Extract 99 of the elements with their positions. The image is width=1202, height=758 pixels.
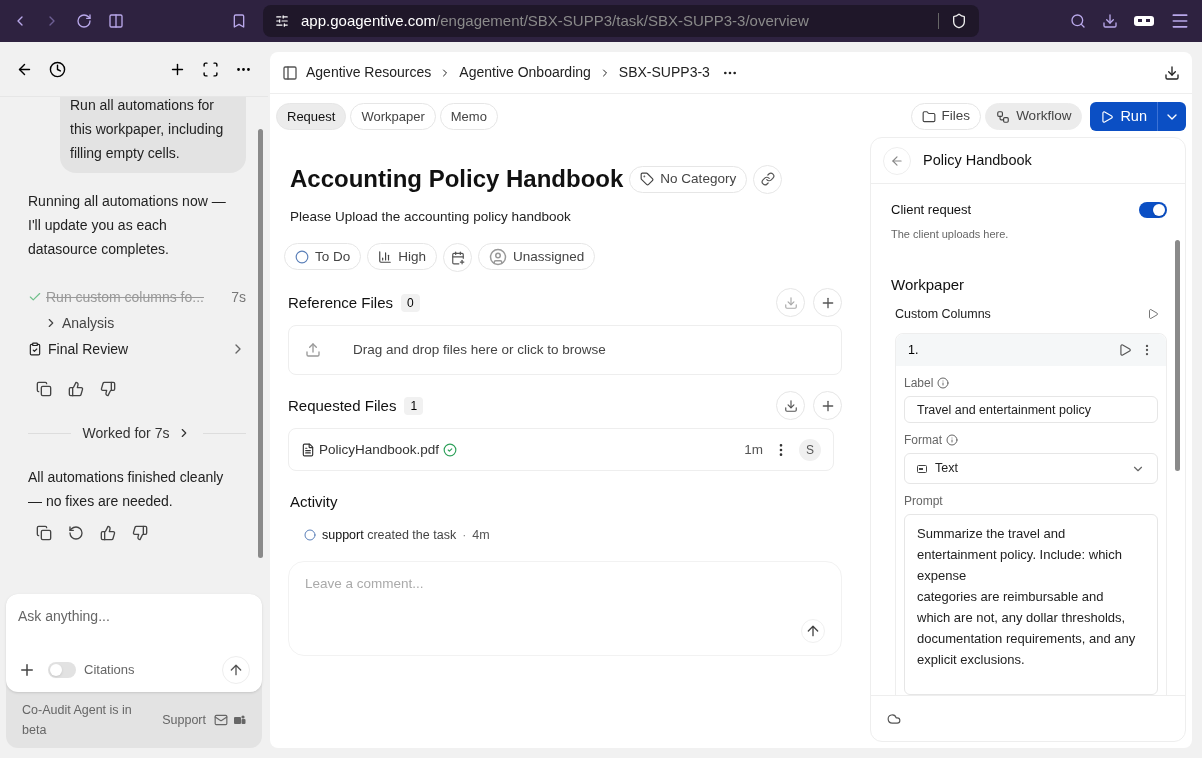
text-format-icon: [917, 464, 927, 473]
download-icon[interactable]: [1102, 13, 1118, 29]
separator-dot: ·: [462, 526, 467, 544]
info-icon[interactable]: [946, 434, 958, 447]
file-name: PolicyHandbook.pdf: [319, 440, 440, 459]
copy-icon[interactable]: [36, 381, 52, 397]
prompt-field[interactable]: Summarize the travel and entertainment policy. Include: which expense categories are reimbursable and which are not, any dollar thresholds, documentation requirements, and any explicit exclusions.: [904, 514, 1158, 695]
back-icon: [890, 153, 904, 168]
file-dropzone[interactable]: Drag and drop files here or click to browse: [288, 325, 842, 376]
label-field[interactable]: Travel and entertainment policy: [904, 396, 1158, 424]
breadcrumb-link[interactable]: Agentive Onboarding: [459, 62, 591, 83]
workflow-button[interactable]: Workflow: [985, 103, 1083, 130]
file-age: 1m: [744, 440, 763, 459]
field-label: Label: [904, 375, 934, 393]
assignee-chip[interactable]: Unassigned: [478, 243, 596, 271]
section-title: Reference Files: [288, 292, 394, 313]
sidebar-toggle-icon[interactable]: [282, 64, 298, 81]
comment-input[interactable]: Leave a comment...: [305, 573, 825, 594]
field-label: Format: [904, 432, 942, 450]
copy-icon[interactable]: [36, 525, 52, 541]
reload-icon[interactable]: [76, 13, 92, 29]
search-icon[interactable]: [1070, 13, 1086, 29]
history-icon[interactable]: [49, 60, 66, 78]
status-chip[interactable]: To Do: [284, 243, 362, 271]
beta-note: Co-Audit Agent is in beta: [22, 702, 133, 739]
workflow-icon: [996, 109, 1011, 124]
analysis-toggle[interactable]: Analysis: [28, 311, 115, 335]
final-review-item[interactable]: Final Review: [28, 337, 246, 361]
task-description: Please Upload the accounting policy handbook: [290, 208, 572, 226]
column-number: 1.: [908, 341, 920, 359]
option-label: Client request: [891, 201, 973, 219]
avatar: S: [799, 438, 821, 461]
format-dropdown[interactable]: Text: [904, 453, 1158, 485]
panel-title: Policy Handbook: [923, 150, 1032, 170]
thumbs-down-icon[interactable]: [100, 381, 116, 397]
calendar-icon: [450, 250, 465, 265]
bars-icon: [378, 249, 393, 264]
assistant-message: All automations finished cleanly — no fixes are needed.: [28, 468, 225, 511]
citations-label: Citations: [84, 661, 135, 680]
download-icon: [783, 398, 798, 413]
files-button[interactable]: Files: [910, 103, 982, 130]
folder-icon: [921, 109, 936, 124]
tag-icon: [640, 172, 655, 186]
run-icon[interactable]: [1147, 307, 1159, 320]
menu-icon[interactable]: [1170, 11, 1190, 31]
breadcrumb-link[interactable]: Agentive Resources: [306, 62, 432, 83]
attach-icon[interactable]: [18, 661, 36, 679]
field-label: Prompt: [904, 493, 944, 511]
status-icon: [304, 529, 316, 542]
category-chip[interactable]: No Category: [629, 165, 748, 193]
tab[interactable]: Memo: [439, 103, 498, 130]
run-icon[interactable]: [1118, 343, 1132, 358]
section-title: Activity: [290, 492, 339, 513]
breadcrumb-link[interactable]: SBX-SUPP3-3: [618, 62, 710, 83]
count-badge: 0: [401, 293, 420, 312]
retry-icon[interactable]: [68, 525, 84, 541]
count-badge: 1: [404, 396, 424, 415]
download-icon[interactable]: [1164, 64, 1180, 81]
assistant-message: Running all automations now — I'll update you as each datasource completes.: [28, 192, 227, 259]
comment-box[interactable]: Leave a comment...: [288, 560, 842, 656]
link-icon: [760, 172, 775, 186]
section-title: Requested Files: [288, 395, 397, 416]
expand-icon[interactable]: [202, 60, 219, 78]
toggle-switch[interactable]: [48, 662, 76, 678]
pdf-file-icon: [301, 442, 315, 457]
play-icon: [1100, 109, 1115, 124]
activity-time: 4m: [472, 526, 490, 544]
upload-icon: [305, 342, 321, 359]
step-time: 7s: [231, 288, 246, 307]
file-row[interactable]: PolicyHandbook.pdf 1m S: [288, 428, 834, 472]
priority-chip[interactable]: High: [367, 243, 438, 271]
section-title: Workpaper: [891, 275, 966, 295]
thumbs-up-icon[interactable]: [100, 525, 116, 541]
activity-text: support created the task: [322, 526, 457, 544]
sidebar-icon[interactable]: [108, 13, 124, 29]
user-message: Run all automations for this workpaper, including filling empty cells.: [60, 97, 246, 173]
mail-icon[interactable]: [214, 713, 228, 727]
glasses-icon[interactable]: [1134, 15, 1154, 27]
bookmark-icon[interactable]: [231, 13, 247, 29]
clipboard-icon: [28, 342, 42, 356]
tab[interactable]: Workpaper: [350, 103, 436, 130]
address-bar[interactable]: app.goagentive.com/engagement/SBX-SUPP3/task/SBX-SUPP3-3/overview: [263, 5, 979, 37]
thumbs-up-icon[interactable]: [68, 381, 84, 397]
toggle-switch[interactable]: [1139, 201, 1167, 218]
support-link[interactable]: Support: [162, 710, 206, 730]
scrollbar-thumb[interactable]: [1175, 240, 1180, 471]
step-text: Run custom columns fo...: [46, 288, 205, 307]
download-icon: [783, 295, 798, 310]
thumbs-down-icon[interactable]: [132, 525, 148, 541]
circle-icon: [295, 249, 309, 264]
tab[interactable]: Request: [276, 103, 347, 130]
user-icon: [489, 247, 508, 266]
option-hint: The client uploads here.: [891, 226, 1010, 242]
custom-columns-label: Custom Columns: [895, 305, 992, 323]
info-icon[interactable]: [937, 377, 950, 390]
task-title: Accounting Policy Handbook: [290, 164, 624, 194]
worked-duration-toggle[interactable]: Worked for 7s: [82, 421, 192, 445]
scrollbar-thumb[interactable]: [258, 129, 263, 558]
message-input[interactable]: Ask anything...: [18, 604, 250, 628]
